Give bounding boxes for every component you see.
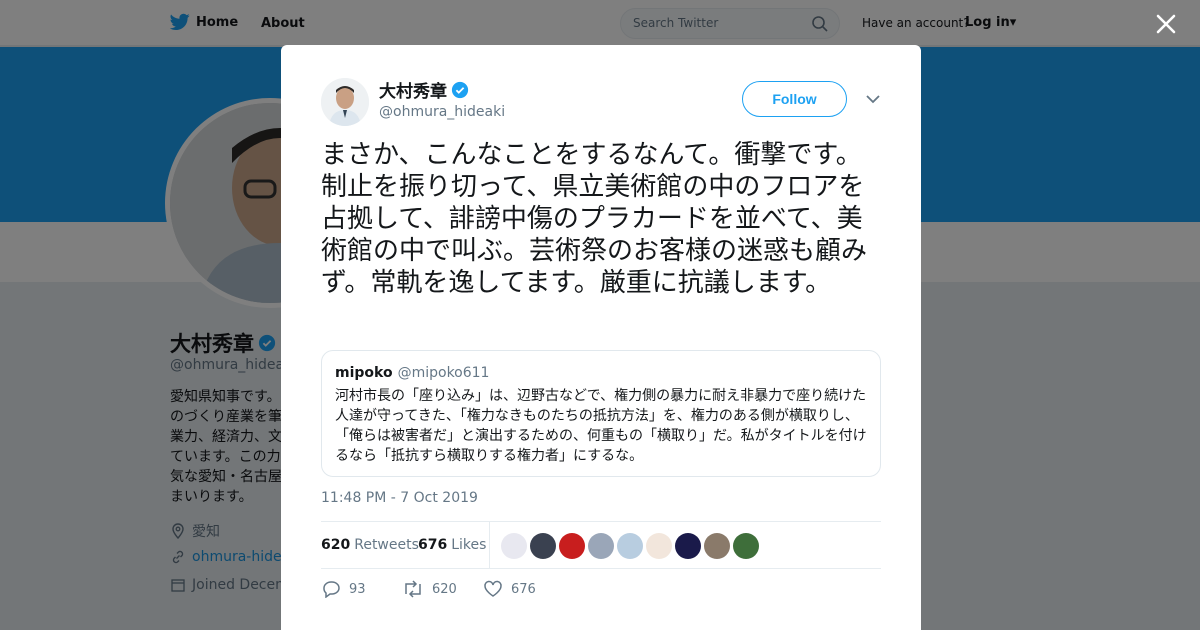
follow-button[interactable]: Follow — [742, 81, 847, 117]
like-count: 676 — [511, 581, 536, 597]
quoted-tweet[interactable]: mipoko @mipoko611 河村市長の「座り込み」は、辺野古などで、権力… — [321, 350, 881, 477]
likes-label: Likes — [451, 537, 487, 553]
retweet-count: 620 — [432, 581, 457, 597]
close-modal-button[interactable] — [1154, 12, 1178, 36]
verified-badge-icon — [451, 81, 469, 98]
tweet-options-button[interactable] — [865, 91, 881, 107]
liker-avatar[interactable] — [675, 533, 701, 559]
liker-avatar[interactable] — [646, 533, 672, 559]
retweets-label: Retweets — [354, 537, 419, 553]
liker-avatar[interactable] — [530, 533, 556, 559]
retweet-icon — [405, 580, 421, 598]
tweet-timestamp[interactable]: 11:48 PM - 7 Oct 2019 — [321, 490, 478, 506]
liker-avatar[interactable] — [617, 533, 643, 559]
retweet-button[interactable]: 620 — [402, 580, 457, 598]
quoted-author-handle: @mipoko611 — [397, 365, 490, 381]
heart-icon — [484, 580, 502, 597]
tweet-stats: 620 Retweets 676 Likes — [321, 521, 881, 569]
liker-avatar[interactable] — [733, 533, 759, 559]
liker-avatar[interactable] — [501, 533, 527, 559]
liker-avatar[interactable] — [588, 533, 614, 559]
quoted-tweet-header: mipoko @mipoko611 — [335, 365, 489, 381]
quoted-author-name: mipoko — [335, 365, 393, 381]
retweets-count: 620 — [321, 537, 351, 553]
author-name-text: 大村秀章 — [379, 82, 447, 102]
liker-avatar[interactable] — [559, 533, 585, 559]
like-button[interactable]: 676 — [483, 580, 536, 598]
reply-count: 93 — [349, 581, 366, 597]
reply-icon — [323, 581, 340, 598]
likes-stat[interactable]: 676 Likes — [418, 537, 486, 553]
chevron-down-icon — [866, 95, 880, 104]
author-handle[interactable]: @ohmura_hideaki — [379, 104, 505, 120]
author-name[interactable]: 大村秀章 — [379, 77, 469, 102]
retweets-stat[interactable]: 620 Retweets — [321, 537, 419, 553]
likes-count: 676 — [418, 537, 448, 553]
tweet-text: まさか、こんなことをするなんて。衝撃です。制止を振り切って、県立美術館の中のフロ… — [321, 140, 868, 298]
liker-avatar[interactable] — [704, 533, 730, 559]
close-icon — [1156, 14, 1176, 34]
stats-divider — [489, 522, 490, 569]
liker-avatars — [501, 533, 759, 559]
author-avatar[interactable] — [321, 78, 369, 126]
quoted-tweet-text: 河村市長の「座り込み」は、辺野古などで、権力側の暴力に耐え非暴力で座り続けた人達… — [335, 388, 867, 464]
author-photo-icon — [321, 78, 369, 126]
reply-button[interactable]: 93 — [321, 580, 366, 598]
tweet-modal: 大村秀章 @ohmura_hideaki Follow まさか、こんなことをする… — [281, 45, 921, 630]
